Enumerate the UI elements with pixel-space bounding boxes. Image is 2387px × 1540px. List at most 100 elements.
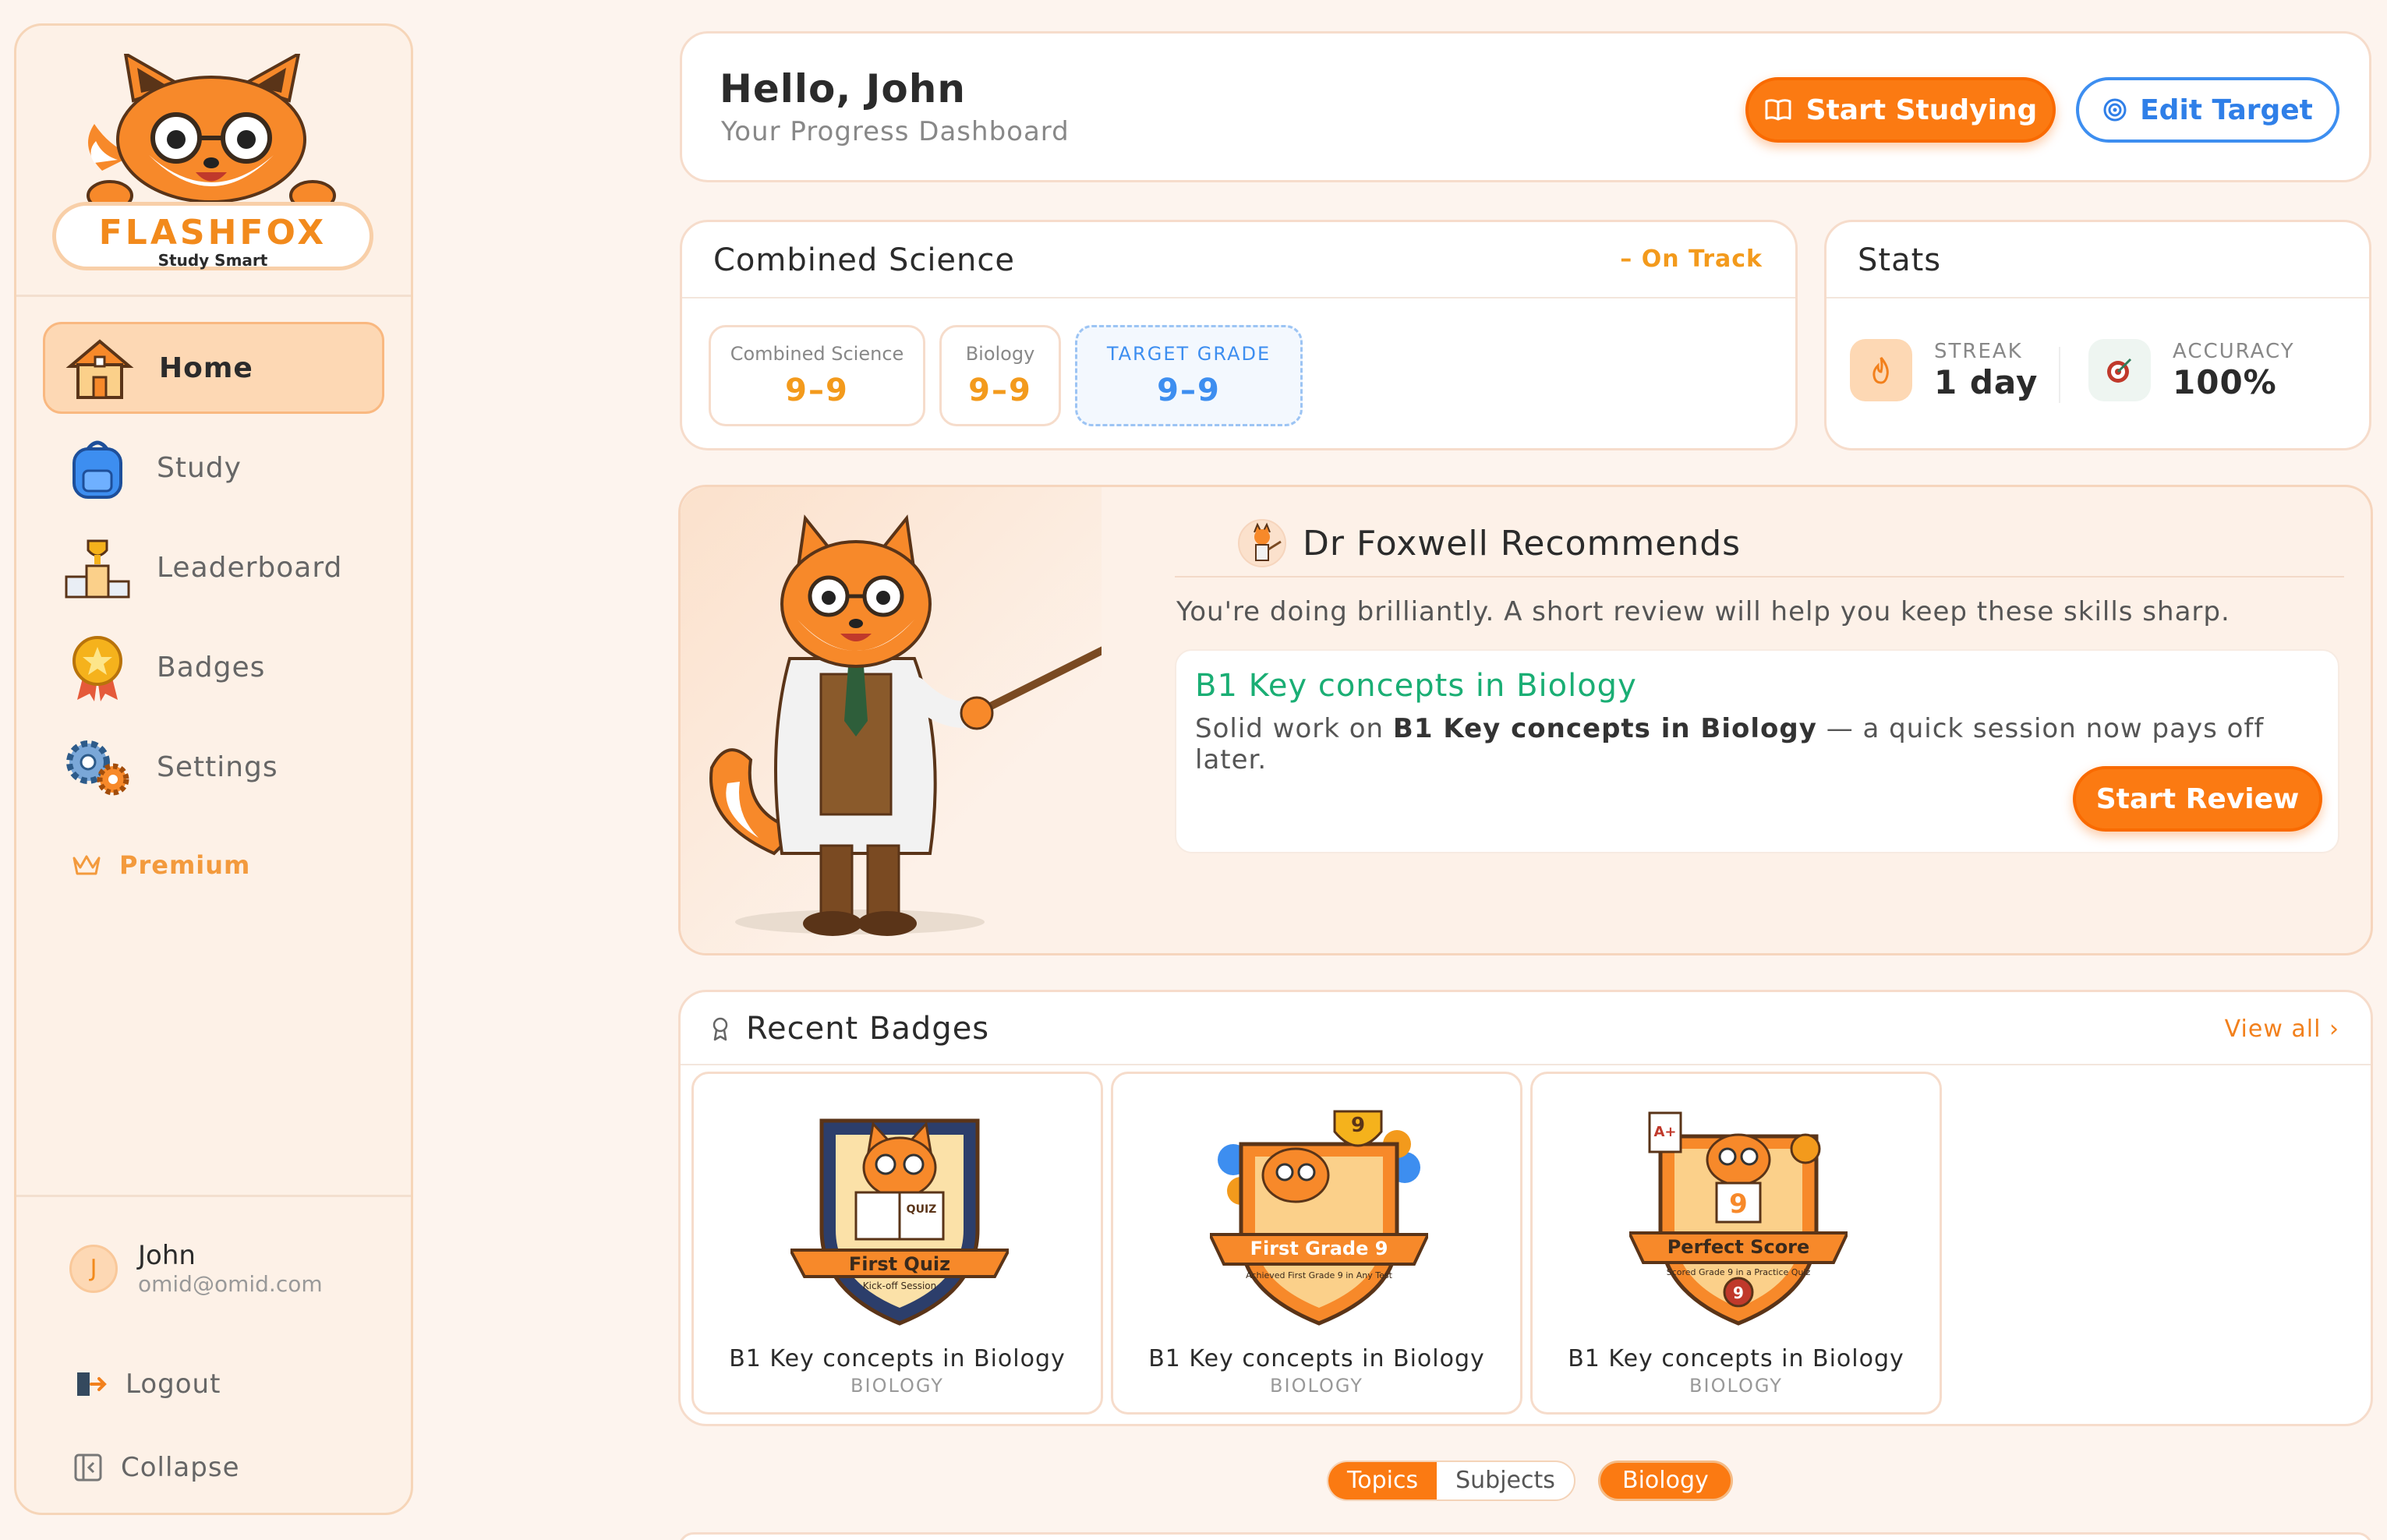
reco-title: Dr Foxwell Recommends: [1303, 523, 1742, 563]
reco-message: You're doing brilliantly. A short review…: [1176, 596, 2230, 627]
edit-target-button[interactable]: Edit Target: [2076, 77, 2339, 143]
grade-value: 9–9: [1157, 373, 1221, 408]
badge-subject: BIOLOGY: [1270, 1375, 1363, 1397]
divider: [682, 297, 1795, 298]
divider: [681, 1064, 2371, 1065]
status-badge: – On Track: [1620, 245, 1763, 273]
reco-desc-prefix: Solid work on: [1195, 713, 1384, 744]
badge-card[interactable]: A+ 9 Perfect Score Scored Grade 9 in a P…: [1530, 1072, 1942, 1415]
grade-label: TARGET GRADE: [1106, 343, 1271, 365]
premium-label: Premium: [119, 850, 251, 880]
sidebar-item-settings[interactable]: Settings: [43, 721, 384, 813]
first-quiz-badge-icon: QUIZ First Quiz Kick-off Session: [790, 1118, 1009, 1326]
logout-button[interactable]: Logout: [72, 1366, 221, 1402]
reco-header: Dr Foxwell Recommends: [1237, 518, 1741, 568]
recommendation-card: Dr Foxwell Recommends You're doing brill…: [678, 485, 2373, 955]
badges-header: Recent Badges: [710, 1011, 989, 1047]
subject-filter-chip[interactable]: Biology: [1598, 1461, 1733, 1501]
first-grade-9-badge-icon: 9 First Grade 9 Achieved First Grade 9 i…: [1210, 1110, 1428, 1326]
sidebar: FLASHFOX Study Smart Home Study Leaderbo…: [14, 23, 413, 1515]
start-studying-label: Start Studying: [1805, 94, 2038, 126]
badge-name: B1 Key concepts in Biology: [729, 1345, 1066, 1372]
sidebar-divider: [16, 1195, 411, 1197]
logo-area: FLASHFOX Study Smart: [16, 26, 411, 297]
target-icon: [2103, 98, 2127, 122]
sidebar-item-home[interactable]: Home: [43, 322, 384, 414]
next-section-card: [678, 1532, 2373, 1540]
view-toggle: Topics Subjects: [1327, 1461, 1575, 1501]
subject-title: Combined Science: [713, 242, 1015, 278]
svg-text:QUIZ: QUIZ: [907, 1203, 937, 1216]
grade-label: Biology: [965, 343, 1035, 365]
tab-subjects[interactable]: Subjects: [1437, 1462, 1574, 1499]
collapse-label: Collapse: [121, 1452, 240, 1483]
sidebar-item-label: Study: [157, 451, 242, 484]
house-icon: [65, 339, 134, 399]
accuracy-stat: ACCURACY 100%: [2088, 339, 2295, 401]
sidebar-item-label: Leaderboard: [157, 551, 343, 584]
sidebar-item-leaderboard[interactable]: Leaderboard: [43, 521, 384, 613]
reco-illustration-panel: [681, 487, 1121, 953]
badge-name: B1 Key concepts in Biology: [1148, 1345, 1485, 1372]
start-studying-button[interactable]: Start Studying: [1745, 77, 2056, 143]
logo-pill: FLASHFOX Study Smart: [52, 202, 373, 270]
svg-text:Perfect Score: Perfect Score: [1667, 1236, 1810, 1258]
start-review-button[interactable]: Start Review: [2073, 766, 2322, 832]
premium-link[interactable]: Premium: [71, 850, 250, 880]
svg-text:Scored Grade 9 in a Practice Q: Scored Grade 9 in a Practice Quiz: [1667, 1267, 1811, 1277]
edit-target-label: Edit Target: [2140, 94, 2313, 126]
subject-card: Combined Science – On Track Combined Sci…: [680, 220, 1798, 450]
divider: [1175, 576, 2344, 578]
streak-label: STREAK: [1934, 339, 2023, 363]
sidebar-item-badges[interactable]: Badges: [43, 621, 384, 713]
sidebar-item-label: Badges: [157, 651, 266, 683]
badge-card[interactable]: 9 First Grade 9 Achieved First Grade 9 i…: [1111, 1072, 1522, 1415]
svg-text:9: 9: [1729, 1189, 1748, 1220]
streak-value: 1 day: [1934, 362, 2039, 401]
user-name: John: [138, 1240, 196, 1271]
podium-icon: [65, 539, 130, 599]
ribbon-icon: [713, 1017, 728, 1041]
sidebar-item-study[interactable]: Study: [43, 422, 384, 514]
sidebar-item-label: Settings: [157, 751, 278, 783]
badge-card[interactable]: QUIZ First Quiz Kick-off Session B1 Key …: [691, 1072, 1103, 1415]
target-grade-box[interactable]: TARGET GRADE 9–9: [1075, 325, 1303, 426]
svg-text:Kick-off Session: Kick-off Session: [863, 1280, 937, 1291]
book-icon: [1765, 99, 1791, 121]
view-all-link[interactable]: View all ›: [2225, 1015, 2339, 1043]
perfect-score-badge-icon: A+ 9 Perfect Score Scored Grade 9 in a P…: [1629, 1111, 1848, 1326]
grade-value: 9–9: [785, 373, 849, 408]
user-email: omid@omid.com: [138, 1271, 323, 1297]
stats-title: Stats: [1858, 242, 1942, 278]
stat-separator: [2059, 347, 2060, 403]
collapse-icon: [74, 1453, 102, 1482]
sidebar-item-label: Home: [159, 351, 253, 384]
tab-topics[interactable]: Topics: [1328, 1462, 1438, 1499]
svg-text:9: 9: [1733, 1284, 1744, 1302]
reco-topic-card: B1 Key concepts in Biology Solid work on…: [1175, 649, 2339, 853]
grade-box-combined: Combined Science 9–9: [709, 325, 925, 426]
backpack-icon: [72, 440, 122, 499]
reco-desc-topic: B1 Key concepts in Biology: [1392, 713, 1817, 744]
streak-stat: STREAK 1 day: [1850, 339, 2038, 401]
grade-value: 9–9: [968, 373, 1032, 408]
brand-tagline: Study Smart: [157, 251, 268, 270]
badges-title: Recent Badges: [746, 1011, 990, 1047]
stats-card: Stats STREAK 1 day ACCURACY 100%: [1824, 220, 2371, 450]
logout-label: Logout: [126, 1369, 221, 1400]
collapse-button[interactable]: Collapse: [72, 1452, 239, 1483]
greeting-subtitle: Your Progress Dashboard: [721, 116, 1070, 147]
professor-fox-illustration: [709, 514, 1121, 936]
accuracy-value: 100%: [2173, 362, 2277, 401]
accuracy-label: ACCURACY: [2173, 339, 2295, 363]
divider: [1826, 297, 2369, 298]
reco-topic-title[interactable]: B1 Key concepts in Biology: [1195, 668, 1637, 704]
flame-icon: [1850, 339, 1912, 401]
svg-text:A+: A+: [1653, 1124, 1676, 1140]
badge-subject: BIOLOGY: [1689, 1375, 1783, 1397]
user-profile[interactable]: J John omid@omid.com: [69, 1240, 323, 1297]
brand-name: FLASHFOX: [98, 213, 327, 253]
logout-icon: [77, 1372, 107, 1396]
greeting: Hello, John: [720, 66, 966, 111]
badge-subject: BIOLOGY: [850, 1375, 944, 1397]
